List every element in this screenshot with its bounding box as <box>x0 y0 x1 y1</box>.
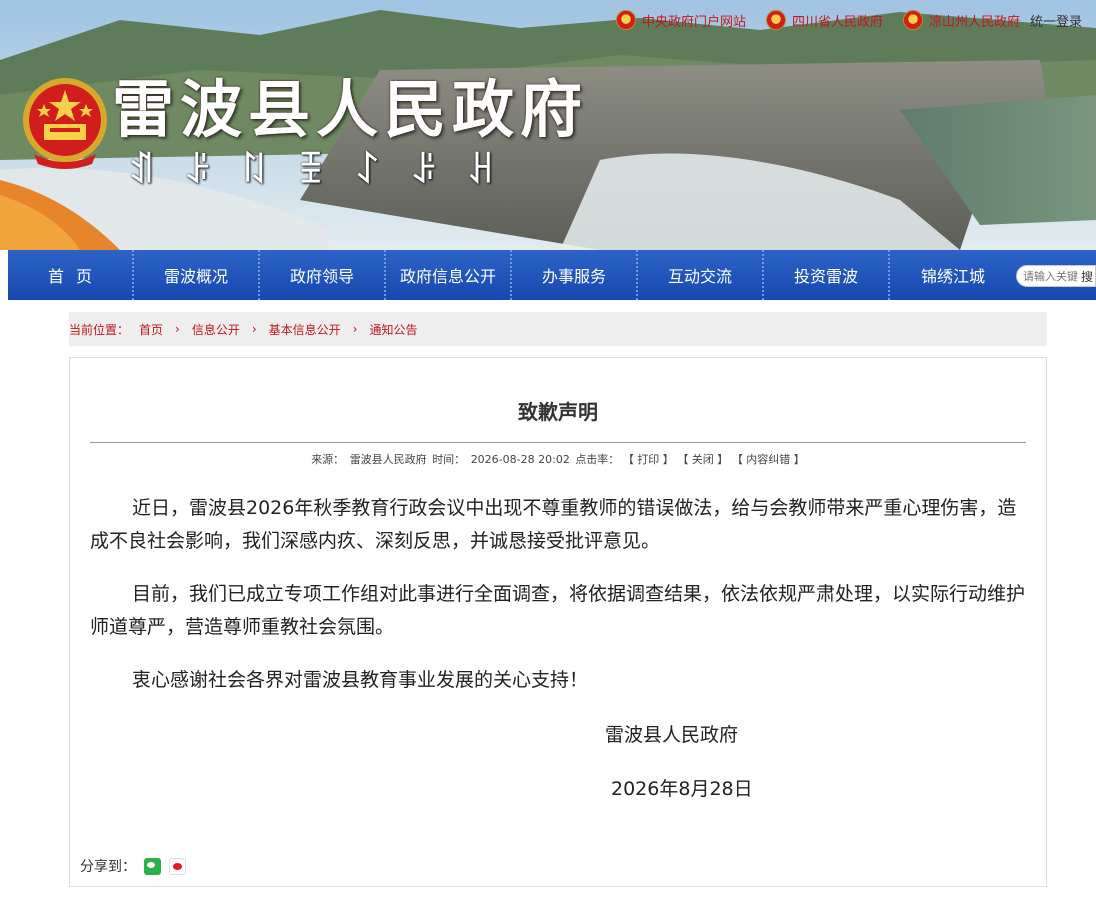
search-box: 搜 <box>1016 265 1096 287</box>
emblem-icon <box>615 10 636 30</box>
article-title: 致歉声明 <box>518 400 598 424</box>
share-label: 分享到： <box>80 859 136 875</box>
nav-item-label: 政府领导 <box>289 267 354 286</box>
nav-item-label: 互动交流 <box>667 267 732 286</box>
nav-item-label: 办事服务 <box>541 267 606 286</box>
article-panel: 致歉声明 来源： 雷波县人民政府 时间： 2026-08-28 20:02 点击… <box>69 357 1047 887</box>
nav-item-overview[interactable]: 雷波概况 <box>134 250 260 300</box>
top-links-bar: 中央政府门户网站 四川省人民政府 凉山州人民政府 统一登录 <box>615 10 1082 30</box>
nav-item-invest[interactable]: 投资雷波 <box>764 250 890 300</box>
site-title: 雷波县人民政府 <box>112 73 589 146</box>
emblem-icon <box>765 10 786 30</box>
breadcrumb-item-basic-info[interactable]: 基本信息公开 <box>269 321 341 338</box>
breadcrumb-item-home[interactable]: 首页 <box>139 321 163 338</box>
link-liangshan-gov-label: 凉山州人民政府 <box>928 14 1020 30</box>
article-paragraph: 近日，雷波县2026年秋季教育行政会议中出现不尊重教师的错误做法，给与会教师带来… <box>90 497 1017 552</box>
breadcrumb-label: 当前位置： <box>69 322 130 337</box>
time-value: 2026-08-28 20:02 <box>470 453 570 466</box>
source-value: 雷波县人民政府 <box>349 453 427 466</box>
link-central-gov-label: 中央政府门户网站 <box>641 14 746 30</box>
breadcrumb-item-notices[interactable]: 通知公告 <box>370 321 418 338</box>
article-meta: 来源： 雷波县人民政府 时间： 2026-08-28 20:02 点击率： 【 … <box>70 451 1046 467</box>
share-bar: 分享到： <box>80 856 186 876</box>
article-paragraph: 衷心感谢社会各界对雷波县教育事业发展的关心支持！ <box>132 669 589 691</box>
nav-item-label: 投资雷波 <box>793 267 858 286</box>
print-button[interactable]: 【 打印 】 <box>623 453 674 466</box>
wechat-share-icon[interactable] <box>144 857 161 875</box>
close-button[interactable]: 【 关闭 】 <box>677 453 728 466</box>
clicks-label: 点击率： <box>575 453 620 466</box>
signature-org: 雷波县人民政府 <box>605 724 739 746</box>
weibo-share-icon[interactable] <box>169 857 186 875</box>
title-divider <box>90 442 1026 443</box>
search-input[interactable] <box>1023 269 1079 283</box>
breadcrumb-separator-icon: › <box>251 322 257 336</box>
main-nav: 首页 雷波概况 政府领导 政府信息公开 办事服务 互动交流 投资雷波 锦绣江城 … <box>8 250 1096 300</box>
source-label: 来源： <box>311 453 345 466</box>
breadcrumb: 当前位置： 首页 › 信息公开 › 基本信息公开 › 通知公告 <box>69 312 1047 346</box>
time-label: 时间： <box>432 453 466 466</box>
nav-item-services[interactable]: 办事服务 <box>512 250 638 300</box>
nav-item-label: 首页 <box>47 267 104 286</box>
nav-item-label: 雷波概况 <box>163 267 228 286</box>
national-emblem-icon <box>23 78 107 169</box>
nav-item-label: 锦绣江城 <box>920 267 985 286</box>
login-link[interactable]: 统一登录 <box>1030 11 1082 30</box>
search-button[interactable]: 搜 <box>1081 268 1093 285</box>
nav-item-home[interactable]: 首页 <box>8 250 134 300</box>
nav-item-interaction[interactable]: 互动交流 <box>638 250 764 300</box>
link-sichuan-gov[interactable]: 四川省人民政府 <box>765 10 883 30</box>
nav-item-leaders[interactable]: 政府领导 <box>260 250 386 300</box>
header-banner: 中央政府门户网站 四川省人民政府 凉山州人民政府 统一登录 雷波县人民政府 ꀊꌠ… <box>0 0 1096 250</box>
link-liangshan-gov[interactable]: 凉山州人民政府 <box>902 10 1020 30</box>
article-paragraph: 目前，我们已成立专项工作组对此事进行全面调查，将依据调查结果，依法依规严肃处理，… <box>90 583 1026 638</box>
nav-item-label: 政府信息公开 <box>399 267 496 286</box>
breadcrumb-separator-icon: › <box>175 322 180 336</box>
article-body: 近日，雷波县2026年秋季教育行政会议中出现不尊重教师的错误做法，给与会教师带来… <box>90 492 1030 717</box>
breadcrumb-separator-icon: › <box>352 322 358 336</box>
content-correction-button[interactable]: 【 内容纠错 】 <box>732 453 805 466</box>
breadcrumb-item-info[interactable]: 信息公开 <box>192 321 240 338</box>
link-central-gov[interactable]: 中央政府门户网站 <box>615 10 746 30</box>
page-root: 中央政府门户网站 四川省人民政府 凉山州人民政府 统一登录 雷波县人民政府 ꀊꌠ… <box>0 0 1096 897</box>
nav-item-info-public[interactable]: 政府信息公开 <box>386 250 512 300</box>
emblem-icon <box>902 10 923 30</box>
site-title-yi-script: ꀊꌠꇁꀨꋍꌠꃅ <box>128 151 524 191</box>
signature-date: 2026年8月28日 <box>611 778 753 800</box>
nav-item-jiangcheng[interactable]: 锦绣江城 <box>890 250 1016 300</box>
link-sichuan-gov-label: 四川省人民政府 <box>791 14 883 30</box>
